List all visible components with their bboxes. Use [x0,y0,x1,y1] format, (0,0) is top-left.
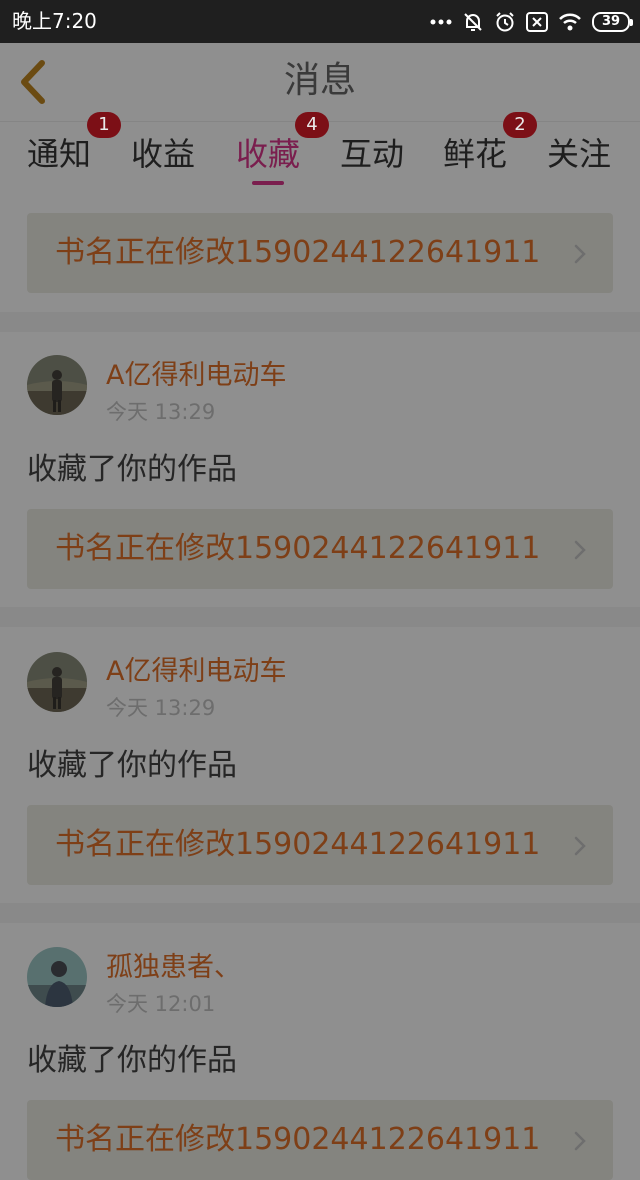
timestamp: 今天 13:29 [106,696,216,720]
chevron-right-icon [574,1131,586,1151]
bell-off-icon [464,13,482,31]
book-title: 书名正在修改1590244122641911 [55,531,541,566]
chevron-right-icon [574,540,586,560]
username[interactable]: 孤独患者、 [106,950,241,986]
book-title: 书名正在修改1590244122641911 [55,235,541,270]
notification-message: 收藏了你的作品 [27,452,237,487]
book-card[interactable]: 书名正在修改1590244122641911 [27,805,613,885]
book-card[interactable]: 书名正在修改1590244122641911 [27,509,613,589]
tab-favorites[interactable]: 收藏 [236,132,300,176]
timestamp: 今天 12:01 [106,992,216,1016]
notifications-badge: 1 [87,112,121,138]
section-divider [0,607,640,627]
avatar[interactable] [27,355,87,415]
status-bar: 晚上7:20 39 [0,0,640,43]
book-title: 书名正在修改1590244122641911 [55,1122,541,1157]
alarm-icon [496,12,514,32]
notification-message: 收藏了你的作品 [27,748,237,783]
status-icons: 39 [430,8,633,36]
tab-notifications[interactable]: 通知 [27,132,91,176]
status-time: 晚上7:20 [12,9,97,33]
sim-x-icon [526,12,548,32]
chevron-right-icon [574,244,586,264]
active-tab-indicator [252,181,284,185]
username[interactable]: A亿得利电动车 [106,358,286,394]
battery-icon: 39 [592,12,633,32]
timestamp: 今天 13:29 [106,400,216,424]
page-title: 消息 [283,60,356,101]
section-divider [0,903,640,923]
more-dots-icon [430,19,452,25]
book-title: 书名正在修改1590244122641911 [55,827,541,862]
username[interactable]: A亿得利电动车 [106,654,286,690]
tab-flowers[interactable]: 鲜花 [443,132,507,176]
flowers-badge: 2 [503,112,537,138]
notification-message: 收藏了你的作品 [27,1043,237,1078]
avatar[interactable] [27,652,87,712]
book-card[interactable]: 书名正在修改1590244122641911 [27,1100,613,1180]
tab-earnings[interactable]: 收益 [131,132,195,176]
favorites-badge: 4 [295,112,329,138]
tab-interactions[interactable]: 互动 [340,132,404,176]
wifi-icon [559,13,581,31]
tab-follows[interactable]: 关注 [547,132,611,176]
chevron-right-icon [574,836,586,856]
section-divider [0,312,640,332]
book-card[interactable]: 书名正在修改1590244122641911 [27,213,613,293]
avatar[interactable] [27,947,87,1007]
header: 消息 [0,43,640,121]
